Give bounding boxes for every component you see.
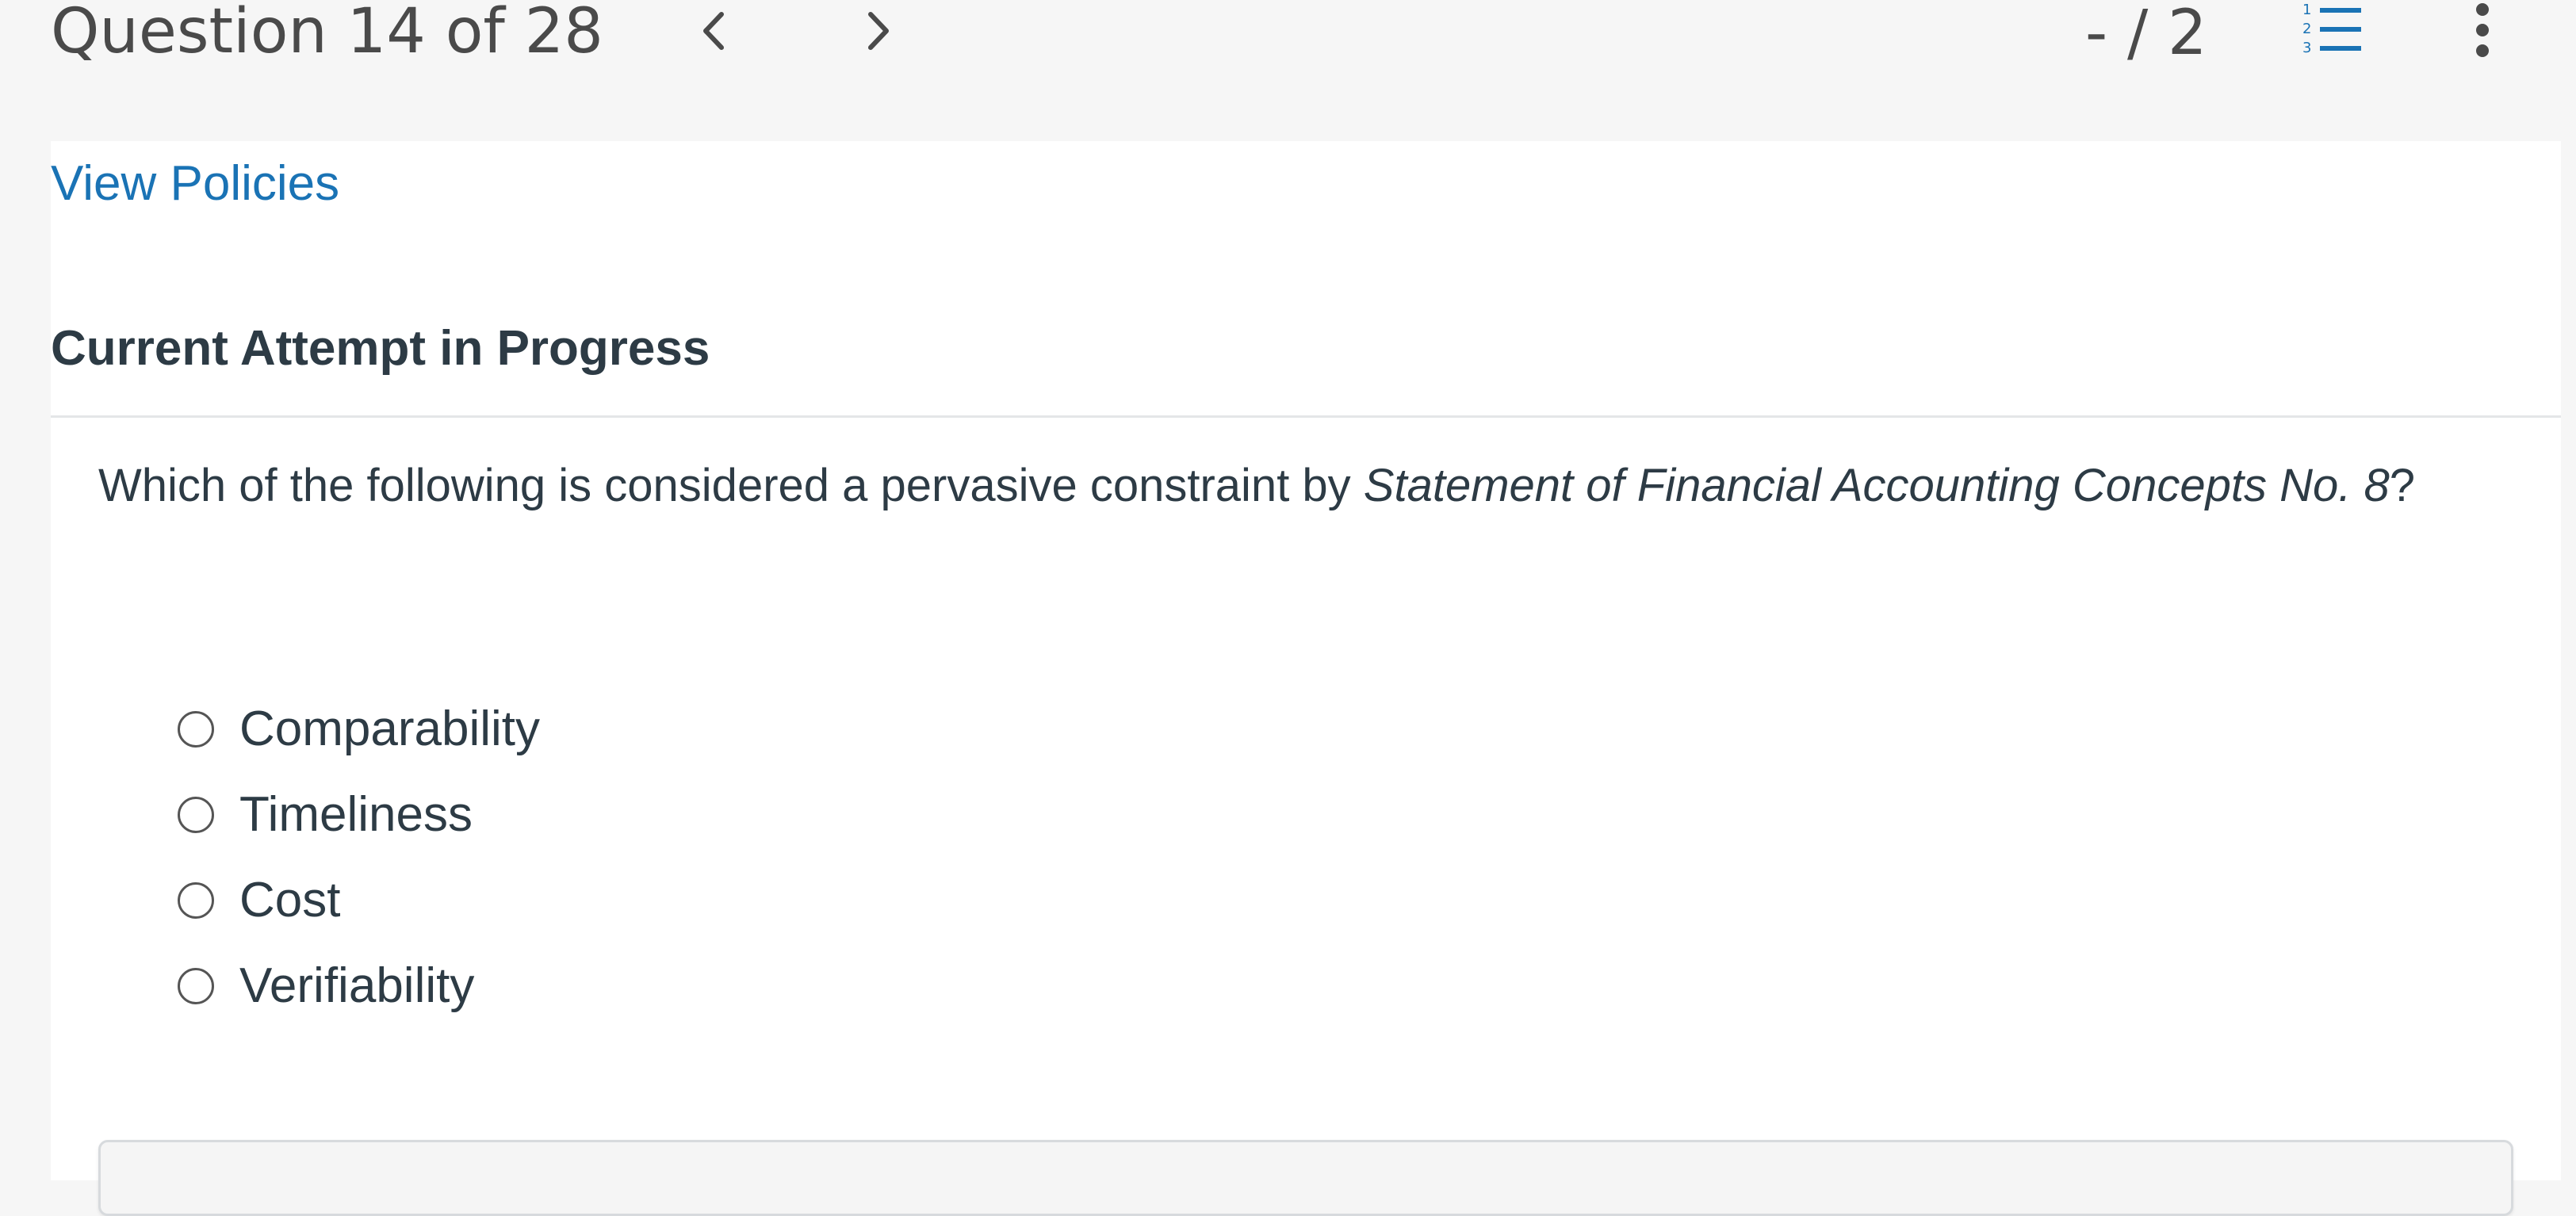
question-counter: Question 14 of 28 (51, 0, 603, 67)
option-comparability[interactable]: Comparability (178, 686, 540, 772)
chevron-right-icon (868, 12, 889, 50)
option-label: Timeliness (239, 787, 473, 842)
view-policies-link[interactable]: View Policies (51, 152, 339, 216)
numbered-list-icon: 1 2 3 (2302, 2, 2361, 56)
question-score: - / 2 (2085, 0, 2207, 69)
kebab-menu-icon (2476, 3, 2489, 57)
question-text: Which of the following is considered a p… (98, 452, 2517, 520)
svg-text:3: 3 (2302, 40, 2311, 56)
radio-button[interactable] (178, 711, 214, 748)
divider (51, 415, 2561, 418)
radio-button[interactable] (178, 797, 214, 833)
more-options-button[interactable] (2458, 0, 2507, 63)
svg-text:1: 1 (2302, 2, 2311, 18)
option-label: Cost (239, 873, 341, 927)
chevron-left-icon (703, 12, 724, 50)
option-cost[interactable]: Cost (178, 858, 540, 943)
option-verifiability[interactable]: Verifiability (178, 943, 540, 1029)
radio-button[interactable] (178, 968, 214, 1004)
attempt-heading: Current Attempt in Progress (51, 321, 710, 376)
radio-button[interactable] (178, 882, 214, 919)
svg-text:2: 2 (2302, 21, 2311, 37)
answer-footer-box (98, 1140, 2513, 1216)
next-question-button[interactable] (847, 3, 910, 59)
option-label: Verifiability (239, 958, 475, 1013)
option-label: Comparability (239, 702, 541, 756)
question-list-button[interactable]: 1 2 3 (2291, 0, 2371, 63)
option-timeliness[interactable]: Timeliness (178, 772, 540, 858)
question-panel: View Policies Current Attempt in Progres… (51, 141, 2561, 1216)
question-text-italic: Statement of Financial Accounting Concep… (1363, 460, 2390, 511)
question-header: Question 14 of 28 - / 2 1 2 3 (0, 0, 2576, 141)
answer-options: Comparability Timeliness Cost Verifiabil… (178, 686, 540, 1029)
previous-question-button[interactable] (682, 3, 745, 59)
question-text-prefix: Which of the following is considered a p… (98, 460, 1364, 511)
question-text-suffix: ? (2389, 460, 2415, 511)
